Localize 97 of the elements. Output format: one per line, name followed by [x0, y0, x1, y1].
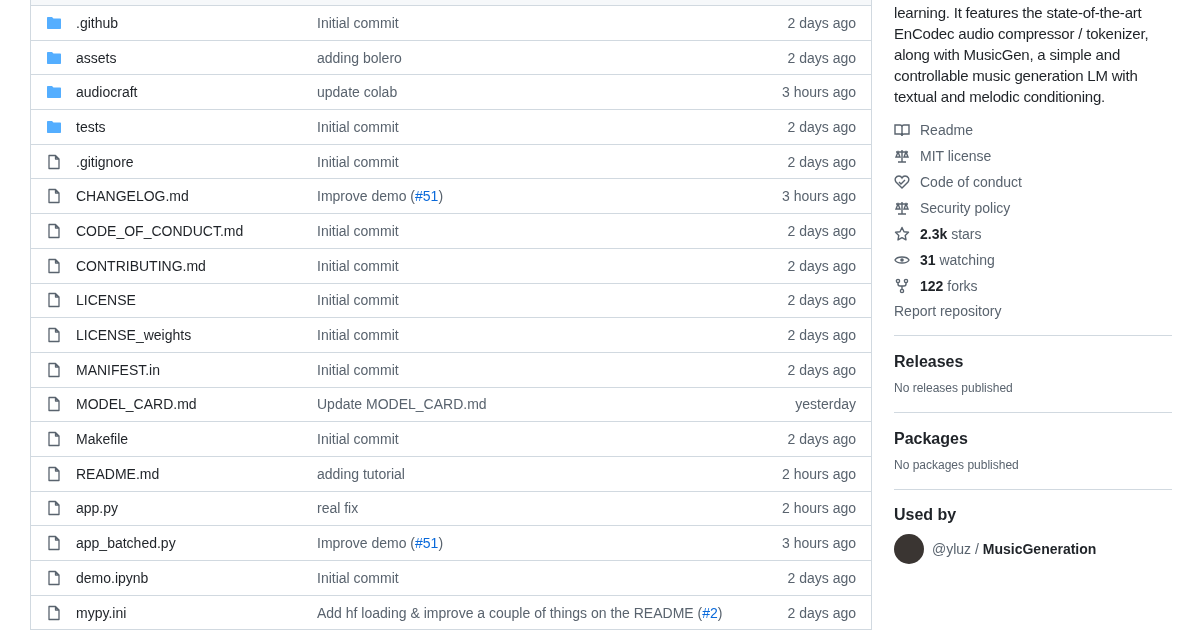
commit-age: 2 days ago [787, 569, 856, 586]
sidebar-link[interactable]: Code of conduct [920, 174, 1022, 190]
commit-age: 2 days ago [787, 604, 856, 621]
commit-message[interactable]: real fix [317, 500, 783, 517]
file-icon [46, 188, 62, 205]
commit-age: 2 hours ago [782, 500, 856, 517]
section-heading[interactable]: Packages [894, 430, 968, 448]
repository-link[interactable]: @yluz / MusicGeneration [932, 541, 1097, 557]
file-name-link[interactable]: CHANGELOG.md [76, 188, 317, 205]
file-name-link[interactable]: audiocraft [76, 84, 317, 101]
file-name-link[interactable]: app_batched.py [76, 535, 317, 552]
file-name-link[interactable]: MODEL_CARD.md [76, 396, 317, 413]
file-icon [46, 327, 62, 344]
file-icon [46, 292, 62, 309]
file-icon [46, 569, 62, 586]
commit-message[interactable]: Initial commit [317, 257, 788, 274]
book-icon [894, 122, 910, 138]
commit-message[interactable]: Initial commit [317, 14, 788, 31]
commit-age: 3 hours ago [782, 535, 856, 552]
file-icon [46, 535, 62, 552]
scale-icon [894, 200, 910, 216]
file-name-link[interactable]: app.py [76, 500, 317, 517]
sidebar-link[interactable]: Readme [920, 122, 973, 138]
avatar-circle [894, 534, 924, 564]
file-name-link[interactable]: Makefile [76, 431, 317, 448]
commit-message[interactable]: Initial commit [317, 361, 788, 378]
commit-message[interactable]: Improve demo (#51) [317, 535, 783, 552]
pull-request-link[interactable]: #51 [415, 188, 439, 205]
commit-message[interactable]: Initial commit [317, 118, 788, 135]
folder-icon [46, 14, 62, 31]
file-name-link[interactable]: .github [76, 14, 317, 31]
pull-request-link[interactable]: #51 [415, 535, 439, 552]
file-icon [46, 500, 62, 517]
file-name-link[interactable]: LICENSE [76, 292, 317, 309]
commit-age: 2 days ago [787, 292, 856, 309]
commit-age: 2 days ago [787, 153, 856, 170]
file-name-link[interactable]: CODE_OF_CONDUCT.md [76, 222, 317, 239]
file-name-link[interactable]: demo.ipynb [76, 569, 317, 586]
file-name-link[interactable]: .gitignore [76, 153, 317, 170]
sidebar-link[interactable]: 2.3k stars [920, 226, 982, 242]
sidebar-link[interactable]: 122 forks [920, 278, 978, 294]
file-icon [46, 431, 62, 448]
commit-message[interactable]: Initial commit [317, 327, 788, 344]
file-name-link[interactable]: tests [76, 118, 317, 135]
heart-icon [894, 174, 910, 190]
commit-message[interactable]: Initial commit [317, 292, 788, 309]
folder-icon [46, 49, 62, 66]
commit-message[interactable]: Initial commit [317, 153, 788, 170]
pull-request-link[interactable]: #2 [702, 604, 718, 621]
file-icon [46, 222, 62, 239]
scale-icon [894, 148, 910, 164]
commit-age: 2 days ago [787, 361, 856, 378]
commit-message[interactable]: Add hf loading & improve a couple of things on the README (#2) [317, 604, 788, 621]
file-icon [46, 257, 62, 274]
sidebar-link[interactable]: Security policy [920, 200, 1011, 216]
file-name-link[interactable]: MANIFEST.in [76, 361, 317, 378]
empty-note: No releases published [894, 381, 1014, 395]
commit-age: 2 days ago [787, 431, 856, 448]
commit-message[interactable]: adding bolero [317, 49, 788, 66]
commit-message[interactable]: Update MODEL_CARD.md [317, 396, 796, 413]
folder-icon [46, 118, 62, 135]
commit-message[interactable]: Improve demo (#51) [317, 188, 783, 205]
commit-age: 2 days ago [787, 118, 856, 135]
file-name-link[interactable]: assets [76, 49, 317, 66]
file-name-link[interactable]: README.md [76, 465, 317, 482]
file-icon [46, 361, 62, 378]
commit-age: 3 hours ago [782, 84, 856, 101]
commit-message[interactable]: adding tutorial [317, 465, 783, 482]
sidebar-link[interactable]: 31 watching [920, 252, 995, 268]
file-name-link[interactable]: LICENSE_weights [76, 327, 317, 344]
folder-icon [46, 84, 62, 101]
commit-age: 2 days ago [787, 222, 856, 239]
fork-icon [894, 278, 910, 294]
section-heading[interactable]: Used by [894, 506, 957, 524]
commit-message[interactable]: Initial commit [317, 222, 788, 239]
commit-message[interactable]: update colab [317, 84, 783, 101]
file-name-link[interactable]: mypy.ini [76, 604, 317, 621]
commit-message[interactable]: Initial commit [317, 569, 788, 586]
commit-age: 2 days ago [787, 257, 856, 274]
file-name-link[interactable]: CONTRIBUTING.md [76, 257, 317, 274]
file-icon [46, 396, 62, 413]
empty-note: No packages published [894, 458, 1020, 472]
commit-age: 2 days ago [787, 49, 856, 66]
file-icon [46, 465, 62, 482]
commit-age: 2 hours ago [782, 465, 856, 482]
star-icon [894, 226, 910, 242]
sidebar-link[interactable]: MIT license [920, 148, 992, 164]
file-icon [46, 604, 62, 621]
repo-description: learning. It features the state-of-the-art EnCodec audio compressor / tokenizer, along with MusicGen, a simple and controllable music generation LM with textual and melodic conditioning. [894, 3, 1150, 107]
file-icon [46, 153, 62, 170]
commit-age: 3 hours ago [782, 188, 856, 205]
commit-message[interactable]: Initial commit [317, 431, 788, 448]
commit-age: yesterday [795, 396, 856, 413]
report-link[interactable]: Report repository [894, 303, 1002, 335]
commit-age: 2 days ago [787, 327, 856, 344]
commit-age: 2 days ago [787, 14, 856, 31]
section-heading[interactable]: Releases [894, 353, 964, 371]
